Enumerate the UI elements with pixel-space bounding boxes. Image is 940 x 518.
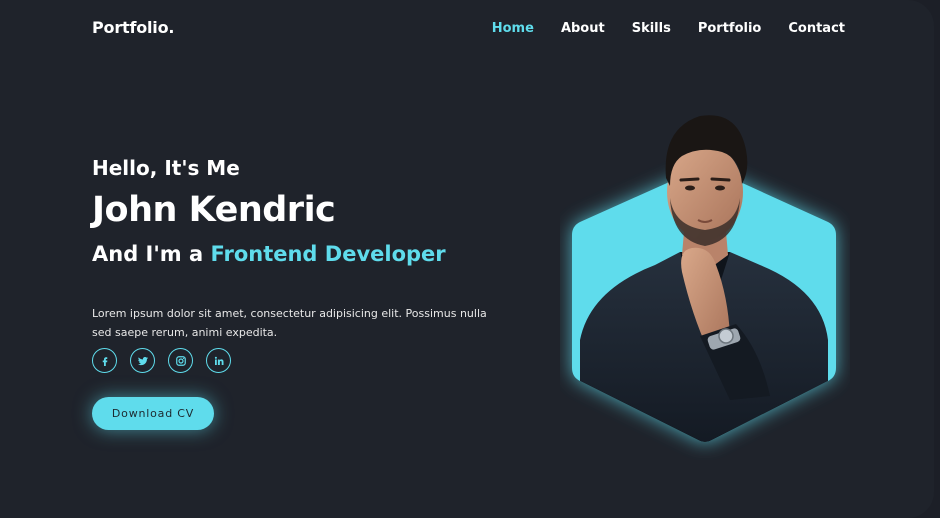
hero-description: Lorem ipsum dolor sit amet, consectetur …: [92, 307, 487, 339]
twitter-icon[interactable]: [130, 348, 155, 373]
role-highlight: Frontend Developer: [210, 242, 446, 266]
hero-portrait: [572, 115, 836, 442]
facebook-icon[interactable]: [92, 348, 117, 373]
role-prefix: And I'm a: [92, 242, 211, 266]
page-frame: Portfolio. Home About Skills Portfolio C…: [0, 0, 934, 518]
nav-portfolio[interactable]: Portfolio: [698, 21, 762, 36]
nav-contact[interactable]: Contact: [788, 21, 845, 36]
nav-skills[interactable]: Skills: [632, 21, 671, 36]
greeting: Hello, It's Me: [92, 156, 240, 180]
download-cv-button[interactable]: Download CV: [92, 397, 214, 430]
main-nav: Home About Skills Portfolio Contact: [492, 21, 845, 36]
logo[interactable]: Portfolio.: [92, 18, 174, 37]
social-links: [92, 348, 231, 373]
linkedin-icon[interactable]: [206, 348, 231, 373]
nav-home[interactable]: Home: [492, 21, 534, 36]
instagram-icon[interactable]: [168, 348, 193, 373]
hero-name: John Kendric: [92, 190, 336, 230]
hero-role: And I'm a Frontend Developer: [92, 242, 446, 266]
nav-about[interactable]: About: [561, 21, 605, 36]
